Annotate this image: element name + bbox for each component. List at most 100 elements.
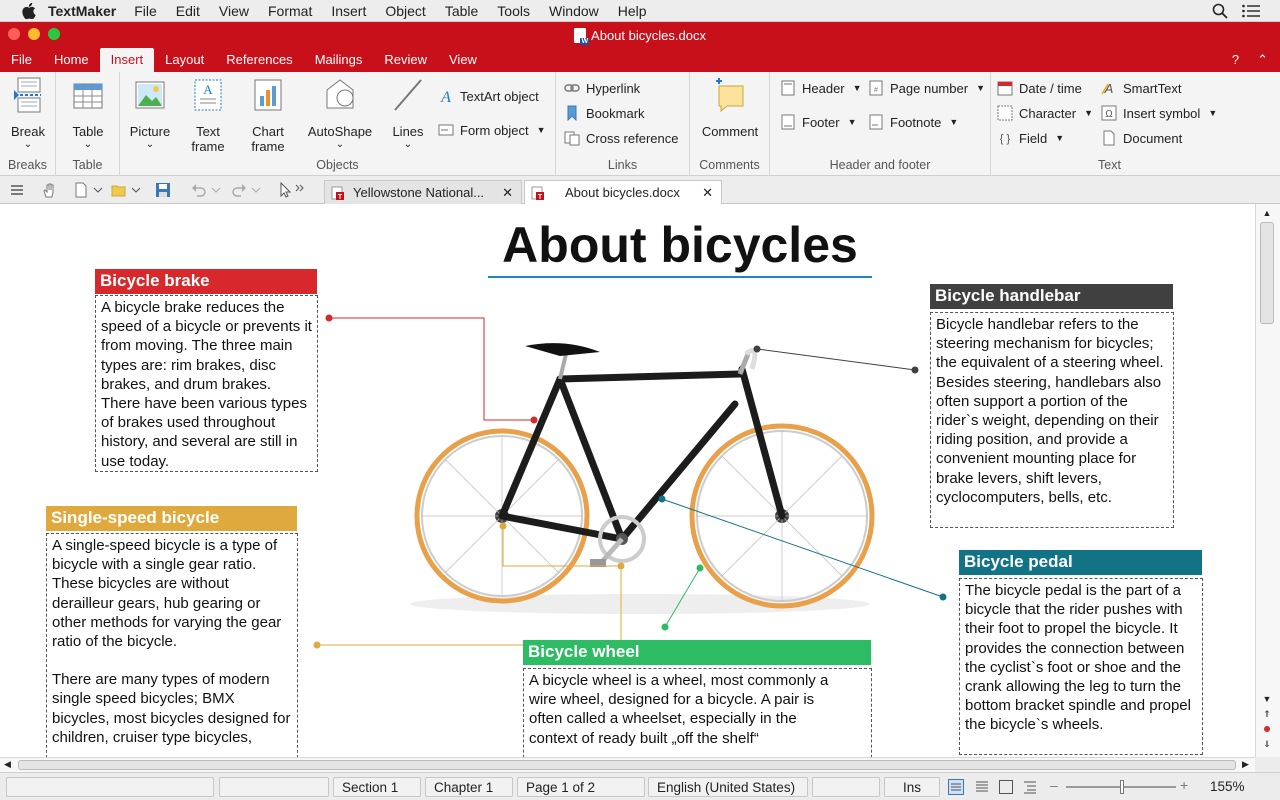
wheel-text[interactable]: A bicycle wheel is a wheel, most commonl… [523, 668, 872, 757]
insert-symbol-button[interactable]: Ω Insert symbol ▼ [1101, 103, 1217, 123]
menu-format[interactable]: Format [268, 3, 312, 19]
app-name-menu[interactable]: TextMaker [48, 3, 116, 19]
status-chapter[interactable]: Chapter 1 [425, 777, 513, 797]
doc-tab-yellowstone[interactable]: T Yellowstone National... ✕ [324, 180, 522, 204]
form-object-button[interactable]: Form object ▼ [438, 120, 546, 140]
comment-button[interactable]: Comment [698, 76, 762, 139]
close-tab-icon[interactable]: ✕ [502, 185, 513, 201]
chevron-down-icon[interactable] [251, 182, 261, 198]
browse-object-icon[interactable] [1264, 726, 1270, 732]
page-number-button[interactable]: # Page number ▼ [868, 78, 985, 98]
spotlight-search-icon[interactable] [1212, 3, 1228, 19]
handlebar-text[interactable]: Bicycle handlebar refers to the steering… [930, 312, 1174, 528]
menu-file[interactable]: File [134, 3, 157, 19]
vertical-scroll-thumb[interactable] [1260, 222, 1274, 324]
autoshape-button[interactable]: AutoShape ⌄ [302, 76, 378, 150]
single-speed-heading[interactable]: Single-speed bicycle [46, 506, 297, 531]
horizontal-scroll-thumb[interactable] [18, 760, 1236, 770]
menu-insert[interactable]: Insert [331, 3, 366, 19]
sidebar-menu-icon[interactable] [9, 182, 25, 198]
footer-button[interactable]: Footer ▼ [780, 112, 857, 132]
single-speed-text[interactable]: A single-speed bicycle is a type of bicy… [46, 533, 298, 757]
textart-button[interactable]: A TextArt object [438, 86, 539, 106]
character-button[interactable]: Character ▼ [997, 103, 1093, 123]
zoom-slider-thumb[interactable] [1120, 780, 1124, 794]
page-view-icon[interactable] [998, 779, 1014, 795]
footnote-button[interactable]: Footnote ▼ [868, 112, 958, 132]
close-window-button[interactable] [8, 28, 20, 40]
status-language[interactable]: English (United States) [648, 777, 808, 797]
open-folder-icon[interactable] [111, 182, 127, 198]
wheel-heading[interactable]: Bicycle wheel [523, 640, 871, 665]
undo-icon[interactable] [191, 182, 207, 198]
tab-view[interactable]: View [438, 48, 488, 72]
doc-tab-about-bicycles[interactable]: T About bicycles.docx ✕ [524, 180, 722, 204]
vertical-scrollbar[interactable]: ▲ ▼ ⇑ ⇓ [1255, 204, 1280, 757]
tab-references[interactable]: References [215, 48, 303, 72]
pedal-text[interactable]: The bicycle pedal is the part of a bicyc… [959, 578, 1203, 755]
tab-review[interactable]: Review [373, 48, 438, 72]
handlebar-heading[interactable]: Bicycle handlebar [930, 284, 1173, 309]
status-insert-mode[interactable]: Ins [884, 777, 940, 797]
document-canvas[interactable]: About bicycles Bicycle brake A bicycle b… [0, 204, 1255, 757]
redo-icon[interactable] [231, 182, 247, 198]
horizontal-scrollbar[interactable]: ◀ ▶ [0, 757, 1255, 772]
menu-edit[interactable]: Edit [176, 3, 200, 19]
cross-reference-button[interactable]: Cross reference [564, 128, 678, 148]
apple-icon[interactable] [22, 2, 36, 19]
document-button[interactable]: Document [1101, 128, 1182, 148]
pointer-icon[interactable] [277, 182, 293, 198]
menu-help[interactable]: Help [618, 3, 647, 19]
bookmark-button[interactable]: Bookmark [564, 103, 645, 123]
menu-table[interactable]: Table [445, 3, 478, 19]
chevron-down-icon[interactable] [131, 182, 141, 198]
tab-insert[interactable]: Insert [99, 48, 155, 72]
pedal-heading[interactable]: Bicycle pedal [959, 550, 1202, 575]
smarttext-button[interactable]: A SmartText [1101, 78, 1182, 98]
brake-text[interactable]: A bicycle brake reduces the speed of a b… [95, 295, 318, 472]
lines-button[interactable]: Lines ⌄ [386, 76, 430, 150]
help-icon[interactable]: ? [1232, 52, 1239, 68]
tab-mailings[interactable]: Mailings [304, 48, 374, 72]
close-tab-icon[interactable]: ✕ [702, 185, 713, 201]
text-frame-button[interactable]: A Text frame [184, 76, 232, 154]
date-time-button[interactable]: Date / time [997, 78, 1082, 98]
status-section[interactable]: Section 1 [333, 777, 421, 797]
scroll-up-arrow-icon[interactable]: ▲ [1260, 208, 1274, 220]
chevron-down-icon[interactable] [211, 182, 221, 198]
chart-frame-button[interactable]: Chart frame [240, 76, 296, 154]
menu-object[interactable]: Object [385, 3, 425, 19]
tab-file[interactable]: File [0, 48, 43, 72]
scroll-right-arrow-icon[interactable]: ▶ [1242, 759, 1249, 770]
table-button[interactable]: Table ⌄ [66, 76, 110, 150]
more-tools-icon[interactable] [295, 182, 305, 198]
continuous-view-icon[interactable] [974, 779, 990, 795]
notification-center-icon[interactable] [1242, 4, 1260, 18]
minimize-window-button[interactable] [28, 28, 40, 40]
zoom-level[interactable]: 155% [1210, 779, 1245, 794]
chevron-down-icon[interactable] [93, 182, 103, 198]
status-page[interactable]: Page 1 of 2 [517, 777, 645, 797]
zoom-out-icon[interactable]: – [1050, 777, 1058, 793]
normal-view-icon[interactable] [948, 779, 964, 795]
scroll-left-arrow-icon[interactable]: ◀ [4, 759, 11, 770]
break-button[interactable]: Break ⌄ [6, 76, 50, 150]
brake-heading[interactable]: Bicycle brake [95, 269, 317, 294]
new-document-icon[interactable] [73, 182, 89, 198]
hand-tool-icon[interactable] [41, 182, 57, 198]
outline-view-icon[interactable] [1022, 779, 1038, 795]
tab-home[interactable]: Home [43, 48, 100, 72]
previous-page-icon[interactable]: ⇑ [1260, 709, 1274, 720]
zoom-in-icon[interactable]: + [1180, 777, 1188, 793]
field-button[interactable]: { } Field ▼ [997, 128, 1064, 148]
scroll-down-arrow-icon[interactable]: ▼ [1260, 694, 1274, 706]
tab-layout[interactable]: Layout [154, 48, 215, 72]
collapse-ribbon-icon[interactable]: ⌃ [1257, 52, 1268, 68]
hyperlink-button[interactable]: Hyperlink [564, 78, 640, 98]
next-page-icon[interactable]: ⇓ [1260, 739, 1274, 750]
menu-tools[interactable]: Tools [497, 3, 530, 19]
save-icon[interactable] [155, 182, 171, 198]
zoom-window-button[interactable] [48, 28, 60, 40]
picture-button[interactable]: Picture ⌄ [126, 76, 174, 150]
header-button[interactable]: Header ▼ [780, 78, 862, 98]
